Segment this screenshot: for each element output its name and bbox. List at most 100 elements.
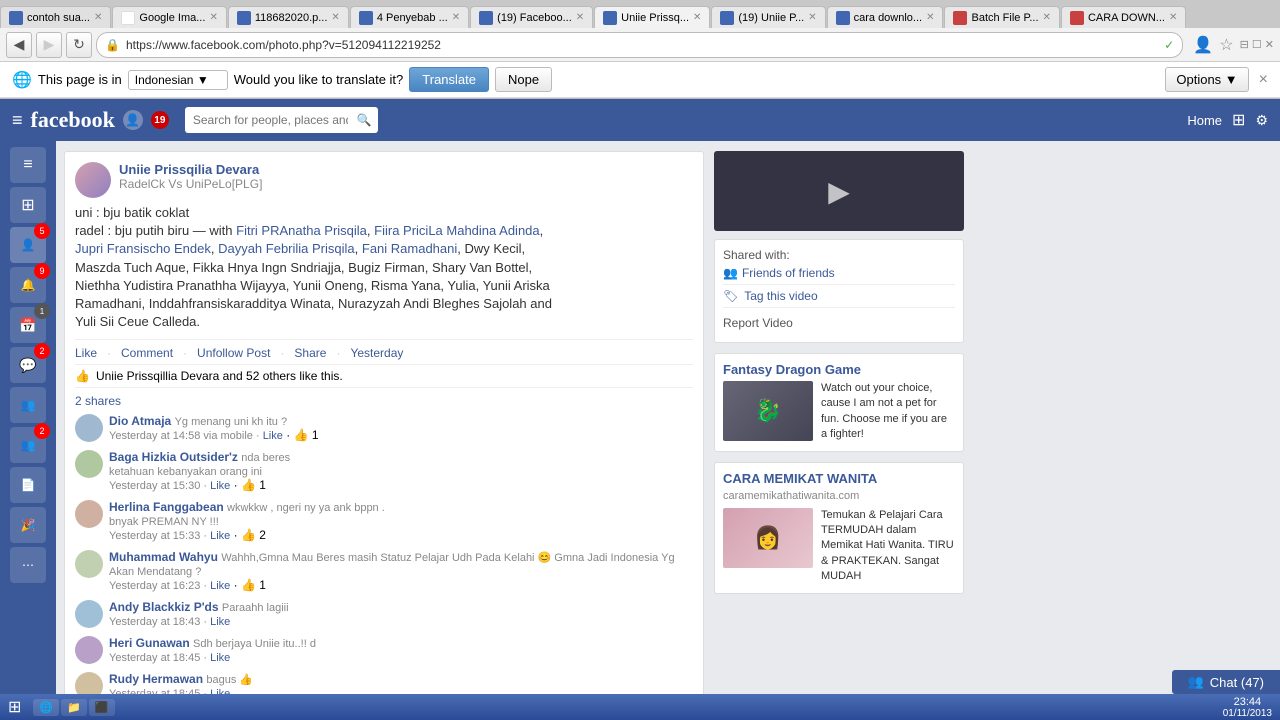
comment-6-author[interactable]: Rudy Hermawan xyxy=(109,672,203,686)
options-button[interactable]: Options ▼ xyxy=(1165,67,1248,92)
fb-menu-icon[interactable]: ≡ xyxy=(12,110,23,131)
system-date: 01/11/2013 xyxy=(1223,708,1272,719)
fb-settings-icon[interactable]: ⚙ xyxy=(1255,112,1268,129)
tab-9-close[interactable]: ✕ xyxy=(1043,12,1051,23)
action-unfollow[interactable]: Unfollow Post xyxy=(197,346,270,360)
tab-10-close[interactable]: ✕ xyxy=(1169,12,1177,23)
tab-5-close[interactable]: ✕ xyxy=(576,12,584,23)
tab-6-close[interactable]: ✕ xyxy=(693,12,701,23)
tab-5[interactable]: (19) Faceboo... ✕ xyxy=(470,6,593,28)
tab-4-close[interactable]: ✕ xyxy=(452,12,460,23)
tab-10[interactable]: CARA DOWN... ✕ xyxy=(1061,6,1186,28)
sidebar-icon-events[interactable]: 🎉 xyxy=(10,507,46,543)
sidebar-icon-groups[interactable]: 👥2 xyxy=(10,427,46,463)
comment-2-author[interactable]: Herlina Fanggabean xyxy=(109,500,224,514)
sidebar-icon-messages[interactable]: 💬2 xyxy=(10,347,46,383)
post-author-name[interactable]: Uniie Prissqilia Devara xyxy=(119,162,262,177)
close-translate-button[interactable]: × xyxy=(1259,71,1268,89)
tab-bar: contoh sua... ✕ Google Ima... ✕ 11868202… xyxy=(0,0,1280,28)
comment-0-author[interactable]: Dio Atmaja xyxy=(109,414,171,428)
translate-bar: 🌐 This page is in Indonesian ▼ Would you… xyxy=(0,62,1280,98)
back-button[interactable]: ◀ xyxy=(6,32,32,58)
comment-1-like[interactable]: Like xyxy=(210,480,230,492)
taskbar-item-cmd[interactable]: ⬛ xyxy=(89,699,115,716)
sidebar-icon-pages[interactable]: 📄 xyxy=(10,467,46,503)
tag-video-button[interactable]: 🏷 Tag this video xyxy=(723,284,955,308)
fb-home-link[interactable]: Home xyxy=(1187,113,1222,128)
taskbar-item-explorer[interactable]: 📁 xyxy=(61,699,87,716)
taskbar-clock: 23:44 01/11/2013 xyxy=(1215,696,1280,719)
ad-cara-text: Temukan & Pelajari Cara TERMUDAH dalam M… xyxy=(821,508,955,585)
tab-9[interactable]: Batch File P... ✕ xyxy=(944,6,1059,28)
fb-search-icon[interactable]: 🔍 xyxy=(357,113,372,127)
tab-1[interactable]: contoh sua... ✕ xyxy=(0,6,111,28)
tab-2-close[interactable]: ✕ xyxy=(209,12,217,23)
tagged-user-3[interactable]: Jupri Fransischo Endek xyxy=(75,241,211,256)
post-actions: Like · Comment · Unfollow Post · Share ·… xyxy=(75,339,693,360)
comment-5-time: Yesterday at 18:45 · xyxy=(109,652,210,664)
post-likes-text: Uniie Prissqillia Devara and 52 others l… xyxy=(96,369,343,383)
tagged-user-5[interactable]: Fani Ramadhani xyxy=(362,241,457,256)
comment-5-meta: Yesterday at 18:45 · Like xyxy=(109,650,316,664)
sidebar-icon-profile[interactable]: 👤5 xyxy=(10,227,46,263)
post-line-2: radel : bju putih biru — with Fitri PRAn… xyxy=(75,222,693,240)
report-video-button[interactable]: Report Video xyxy=(723,312,955,334)
fb-search-input[interactable] xyxy=(185,107,378,133)
forward-button[interactable]: ▶ xyxy=(36,32,62,58)
translate-message: This page is in xyxy=(38,72,122,87)
ssl-check-icon: ✓ xyxy=(1164,38,1174,52)
comment-2-time: Yesterday at 15:33 · xyxy=(109,530,210,542)
ad-cara-domain: caramemikathatiwanita.com xyxy=(723,490,955,502)
tagged-user-1[interactable]: Fitri PRAnatha Prisqila xyxy=(236,223,367,238)
fb-friends-icon[interactable]: ⊞ xyxy=(1232,110,1245,130)
post-line-7: Yuli Sii Ceue Calleda. xyxy=(75,313,693,331)
sidebar-icon-calendar[interactable]: 📅1 xyxy=(10,307,46,343)
post-shares[interactable]: 2 shares xyxy=(75,392,693,410)
tab-2[interactable]: Google Ima... ✕ xyxy=(112,6,226,28)
comment-3-author[interactable]: Muhammad Wahyu xyxy=(109,550,218,564)
sidebar-icon-friends[interactable]: 👥 xyxy=(10,387,46,423)
sidebar-icon-home[interactable]: ⊞ xyxy=(10,187,46,223)
comment-4-like[interactable]: Like xyxy=(210,616,230,628)
translate-button[interactable]: Translate xyxy=(409,67,489,92)
action-comment[interactable]: Comment xyxy=(121,346,173,360)
tab-8-close[interactable]: ✕ xyxy=(926,12,934,23)
friends-of-friends-icon: 👥 xyxy=(723,266,738,280)
tab-1-close[interactable]: ✕ xyxy=(94,12,102,23)
comment-3-like[interactable]: Like xyxy=(210,580,230,592)
nope-button[interactable]: Nope xyxy=(495,67,552,92)
tagged-user-4[interactable]: Dayyah Febrilia Prisqila xyxy=(218,241,355,256)
tab-4[interactable]: 4 Penyebab ... ✕ xyxy=(350,6,469,28)
taskbar-start-button[interactable]: ⊞ xyxy=(0,697,29,717)
action-share[interactable]: Share xyxy=(294,346,326,360)
ad-fantasy-title[interactable]: Fantasy Dragon Game xyxy=(723,362,955,377)
tab-8[interactable]: cara downlo... ✕ xyxy=(827,6,944,28)
comment-1-author[interactable]: Baga Hizkia Outsider'z xyxy=(109,450,238,464)
comment-5-author[interactable]: Heri Gunawan xyxy=(109,636,190,650)
tab-10-label: CARA DOWN... xyxy=(1088,12,1165,24)
comment-5-content: Heri Gunawan Sdh berjaya Uniie itu..!! d… xyxy=(109,636,316,664)
ad-cara-title[interactable]: CARA MEMIKAT WANITA xyxy=(723,471,955,486)
chat-bar[interactable]: 👥 Chat (47) xyxy=(1172,670,1280,694)
tab-7[interactable]: (19) Uniie P... ✕ xyxy=(711,6,825,28)
comment-2-like[interactable]: Like xyxy=(210,530,230,542)
action-like[interactable]: Like xyxy=(75,346,97,360)
tagged-user-2[interactable]: Fiira PriciLa Mahdina Adinda xyxy=(374,223,539,238)
comment-4-author[interactable]: Andy Blackkiz P'ds xyxy=(109,600,219,614)
browser-toolbar: 👤 ☆ ⊟ ☐ ✕ xyxy=(1193,35,1274,55)
language-select[interactable]: Indonesian ▼ xyxy=(128,70,228,90)
tab-7-close[interactable]: ✕ xyxy=(808,12,816,23)
sidebar-icon-more[interactable]: ⋯ xyxy=(10,547,46,583)
tab-3[interactable]: 118682020.p... ✕ xyxy=(228,6,349,28)
comment-0-like[interactable]: Like xyxy=(263,430,283,442)
comment-5-avatar xyxy=(75,636,103,664)
refresh-button[interactable]: ↻ xyxy=(66,32,92,58)
url-bar[interactable]: 🔒 https://www.facebook.com/photo.php?v=5… xyxy=(96,32,1183,58)
tab-3-close[interactable]: ✕ xyxy=(331,12,339,23)
comment-6-avatar xyxy=(75,672,103,695)
tab-6-active[interactable]: Uniie Prissq... ✕ xyxy=(594,6,710,28)
taskbar-item-chrome[interactable]: 🌐 xyxy=(33,699,59,716)
comment-5-like[interactable]: Like xyxy=(210,652,230,664)
sidebar-icon-notifications[interactable]: 🔔9 xyxy=(10,267,46,303)
sidebar-icon-menu[interactable]: ≡ xyxy=(10,147,46,183)
